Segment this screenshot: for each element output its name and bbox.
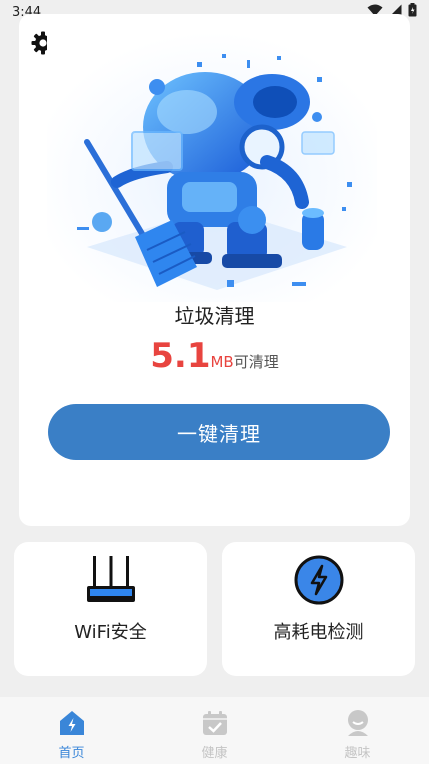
robot-cleaning-illustration [47,32,377,302]
junk-size-value: 5.1 [150,336,211,376]
power-detection-card[interactable]: 高耗电检测 [222,542,415,676]
face-icon [343,708,373,738]
nav-health[interactable]: 健康 [143,697,286,764]
wifi-security-card[interactable]: WiFi安全 [14,542,207,676]
junk-clean-title: 垃圾清理 [174,304,255,328]
nav-home-label: 首页 [58,746,85,761]
junk-size-row: 5.1MB可清理 [19,336,410,376]
power-detection-label: 高耗电检测 [273,622,364,643]
junk-size-suffix: 可清理 [233,353,279,371]
nav-fun[interactable]: 趣味 [286,697,429,764]
junk-size-unit: MB [210,353,234,371]
lightning-icon [293,554,345,606]
calendar-check-icon [200,708,230,738]
nav-fun-label: 趣味 [344,746,371,761]
home-icon [57,708,87,738]
nav-health-label: 健康 [201,746,228,761]
nav-home[interactable]: 首页 [0,697,143,764]
wifi-security-label: WiFi安全 [74,622,147,643]
junk-clean-card: 垃圾清理 5.1MB可清理 一键清理 [19,14,410,526]
router-icon [85,554,137,606]
one-click-clean-button[interactable]: 一键清理 [48,404,390,460]
battery-icon [408,3,417,21]
bottom-nav: 首页 健康 趣味 [0,697,429,764]
